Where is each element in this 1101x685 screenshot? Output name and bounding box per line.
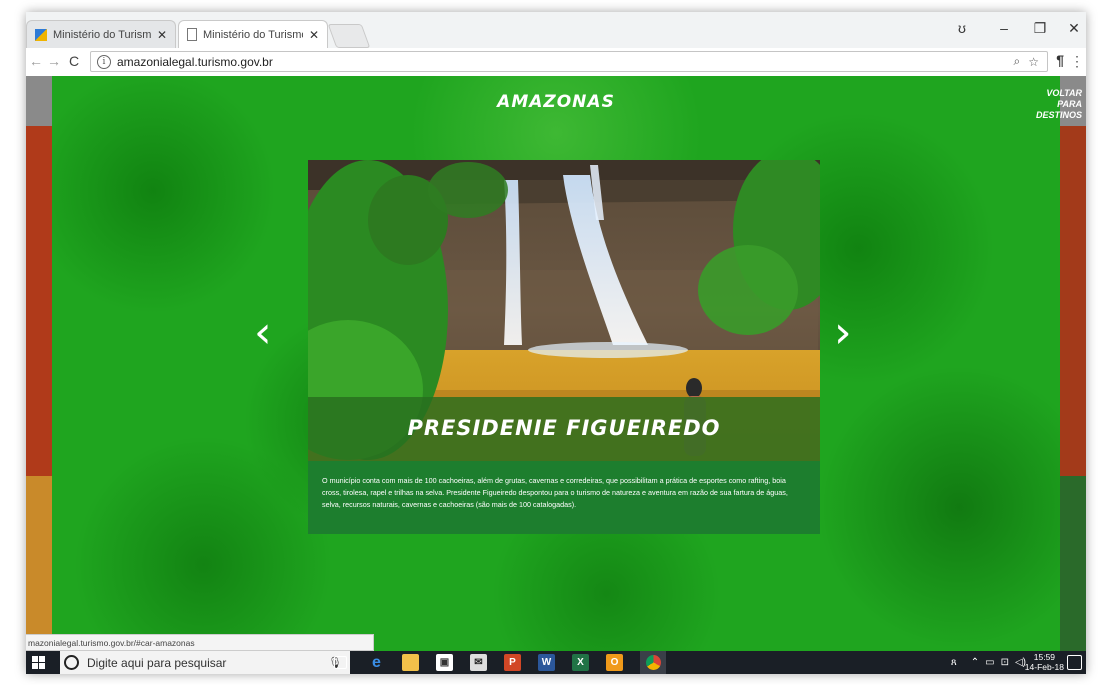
task-view-icon[interactable] [334, 656, 347, 669]
clock-time[interactable]: 15:59 [1025, 652, 1064, 662]
back-link-line1[interactable]: VOLTAR PARA [1022, 88, 1082, 110]
status-bar-url: mazonialegal.turismo.gov.br/#car-amazona… [26, 634, 374, 651]
tab-bar: Ministério do Turismo - / ✕ Ministério d… [26, 12, 1086, 48]
restore-button[interactable]: ❐ [1030, 20, 1050, 37]
new-tab-button[interactable] [327, 24, 371, 48]
forward-icon[interactable]: → [46, 53, 62, 69]
reload-icon[interactable]: C [66, 53, 82, 69]
favicon-icon [35, 28, 47, 41]
back-link-line2[interactable]: DESTINOS [1022, 110, 1082, 121]
destination-card: PRESIDENIE FIGUEIREDO O município conta … [308, 160, 820, 534]
browser-toolbar: ← → C i amazonialegal.turismo.gov.br ⌕ ☆… [26, 48, 1086, 77]
next-arrow-icon[interactable]: › [834, 311, 852, 355]
taskbar-search-box[interactable]: Digite aqui para pesquisar 🎙 [60, 651, 350, 674]
chrome-taskbar-button[interactable] [640, 651, 666, 674]
destination-title: PRESIDENIE FIGUEIREDO [407, 416, 721, 440]
bookmark-star-icon[interactable]: ☆ [1028, 55, 1039, 69]
outlook-icon[interactable]: O [606, 654, 623, 671]
tab-1[interactable]: Ministério do Turismo - / ✕ [26, 20, 176, 48]
network-icon[interactable]: ⊡ [1001, 657, 1009, 668]
mail-icon[interactable]: ✉ [470, 654, 487, 671]
url-text[interactable]: amazonialegal.turismo.gov.br [117, 55, 1014, 69]
excel-icon[interactable]: X [572, 654, 589, 671]
clock-date[interactable]: 14-Feb-18 [1025, 662, 1064, 672]
address-bar[interactable]: i amazonialegal.turismo.gov.br ⌕ ☆ [90, 51, 1048, 72]
close-tab-icon[interactable]: ✕ [157, 28, 167, 42]
prev-arrow-icon[interactable]: ‹ [254, 311, 272, 355]
browser-window: Ministério do Turismo - / ✕ Ministério d… [26, 12, 1086, 674]
chrome-icon[interactable] [645, 655, 661, 670]
word-icon[interactable]: W [538, 654, 555, 671]
info-icon[interactable]: i [97, 54, 111, 69]
description-box: O município conta com mais de 100 cachoe… [308, 461, 820, 534]
chevron-up-icon[interactable]: ⌃ [971, 657, 979, 668]
next-region-slide-edge[interactable] [1060, 76, 1086, 651]
windows-icon[interactable] [32, 656, 46, 670]
file-explorer-icon[interactable] [402, 654, 419, 671]
cortana-icon[interactable] [64, 655, 79, 670]
page-icon [187, 28, 197, 41]
edge-icon[interactable]: e [368, 654, 385, 671]
profile-icon[interactable]: ʊ [952, 20, 972, 36]
menu-icon[interactable]: ⋮ [1070, 53, 1084, 70]
close-tab-icon[interactable]: ✕ [309, 28, 319, 42]
page-content: AMAZONAS VOLTAR PARA DESTINOS ‹ › PRESID… [26, 76, 1086, 651]
notifications-icon[interactable] [1067, 655, 1082, 670]
tab-title: Ministério do Turismo - / [203, 28, 303, 41]
store-icon[interactable]: ▣ [436, 654, 453, 671]
prev-region-slide-edge[interactable] [26, 76, 52, 651]
tab-title: Ministério do Turismo - / [53, 28, 151, 41]
clock[interactable]: 15:59 14-Feb-18 [1025, 652, 1064, 672]
back-icon[interactable]: ← [28, 53, 44, 69]
close-window-button[interactable]: ✕ [1064, 20, 1084, 37]
zoom-icon[interactable]: ⌕ [1014, 54, 1021, 69]
search-placeholder[interactable]: Digite aqui para pesquisar [87, 656, 328, 670]
people-icon[interactable]: ጸ [951, 657, 957, 668]
battery-icon[interactable]: ▭ [985, 657, 994, 668]
windows-taskbar: Digite aqui para pesquisar 🎙 e ▣ ✉ P W X… [26, 651, 1086, 674]
back-to-destinations-link[interactable]: VOLTAR PARA DESTINOS [1022, 88, 1082, 121]
region-title: AMAZONAS [497, 92, 615, 112]
tab-2[interactable]: Ministério do Turismo - / ✕ [178, 20, 328, 48]
destination-description: O município conta com mais de 100 cachoe… [322, 476, 788, 509]
extension-icon[interactable]: ¶ [1056, 52, 1064, 68]
powerpoint-icon[interactable]: P [504, 654, 521, 671]
minimize-button[interactable]: – [994, 20, 1014, 36]
